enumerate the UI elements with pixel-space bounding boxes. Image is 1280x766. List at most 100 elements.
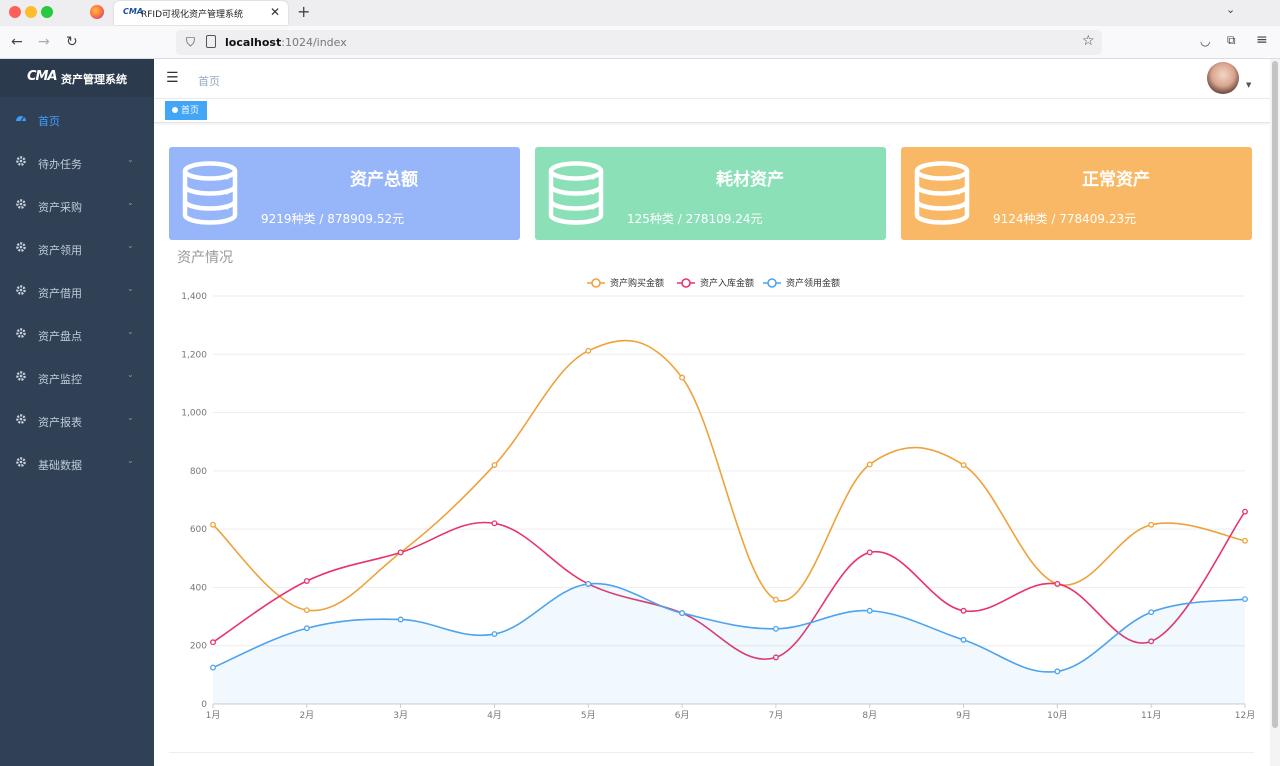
y-tick-label: 1,200: [181, 350, 207, 360]
database-icon: [913, 161, 971, 229]
data-point: [866, 549, 873, 556]
scrollbar-thumb[interactable]: [1272, 61, 1278, 728]
x-tick-label: 7月: [769, 710, 784, 721]
sidebar-item-label: 资产监控: [38, 373, 82, 386]
chevron-down-icon: ⌄: [127, 198, 134, 207]
back-arrow-icon[interactable]: ←: [11, 34, 23, 50]
tag-home[interactable]: 首页: [165, 101, 208, 120]
chevron-down-icon: ⌄: [127, 370, 134, 379]
chevron-down-icon: ⌄: [127, 327, 134, 336]
x-tick-label: 3月: [393, 710, 408, 721]
data-point: [210, 664, 216, 671]
stat-card[interactable]: 正常资产 9124种类 / 778409.23元: [901, 147, 1252, 240]
data-point: [397, 549, 404, 556]
breadcrumb[interactable]: 首页: [198, 73, 220, 89]
gear-icon: [15, 456, 27, 471]
data-point: [585, 580, 592, 587]
data-point: [960, 636, 967, 643]
sidebar: CMA 资产管理系统 首页 待办任务 ⌄ 资产采购 ⌄ 资产领用 ⌄ 资产借用 ⌄ 资产盘点 ⌄ 资产…: [0, 59, 154, 766]
chevron-down-icon: ⌄: [127, 241, 134, 250]
reload-icon[interactable]: ↻: [66, 34, 78, 50]
card-title: 资产总额: [350, 170, 418, 190]
x-tick-label: 12月: [1235, 710, 1255, 721]
shield-icon[interactable]: ⛉: [186, 35, 195, 50]
x-tick-label: 5月: [581, 710, 596, 721]
tab-title: RFID可视化资产管理系统: [141, 10, 244, 20]
forward-arrow-icon[interactable]: →: [38, 34, 50, 50]
page-scrollbar[interactable]: [1270, 59, 1280, 766]
browser-tab-bar: CMA RFID可视化资产管理系统 ✕ + ⌄: [0, 0, 1280, 26]
browser-tab-active[interactable]: CMA RFID可视化资产管理系统 ✕: [114, 1, 288, 25]
sidebar-item[interactable]: 资产借用 ⌄: [0, 270, 154, 313]
gear-icon: [15, 241, 27, 256]
card-title: 耗材资产: [716, 170, 784, 190]
close-window-button[interactable]: [9, 6, 21, 18]
sidebar-item[interactable]: 首页: [0, 98, 154, 141]
brand[interactable]: CMA 资产管理系统: [0, 59, 154, 97]
data-point: [303, 578, 310, 584]
database-icon: [181, 161, 239, 229]
legend-label: 资产购买金额: [610, 277, 664, 289]
sidebar-item[interactable]: 基础数据 ⌄: [0, 442, 154, 485]
sidebar-item-label: 待办任务: [38, 158, 82, 171]
sidebar-item-label: 资产盘点: [38, 330, 82, 343]
chevron-down-icon: ⌄: [127, 284, 134, 293]
tag-dot-icon: [172, 107, 178, 113]
data-point: [1148, 609, 1155, 616]
browser-menu-icon[interactable]: ≡: [1256, 32, 1268, 48]
pocket-icon[interactable]: ◡: [1200, 34, 1210, 48]
stat-card[interactable]: 资产总额 9219种类 / 878909.52元: [169, 147, 520, 240]
y-tick-label: 800: [190, 467, 207, 477]
stat-card[interactable]: 耗材资产 125种类 / 278109.24元: [535, 147, 886, 240]
x-tick-label: 2月: [299, 710, 314, 721]
y-tick-label: 600: [190, 525, 207, 535]
database-icon: [547, 161, 605, 229]
bookmark-star-icon[interactable]: ☆: [1082, 33, 1095, 49]
y-tick-label: 200: [190, 642, 207, 652]
firefox-icon[interactable]: [90, 5, 104, 19]
x-tick-label: 8月: [862, 710, 877, 721]
data-point: [960, 607, 967, 614]
url-bar[interactable]: ⛉ localhost:1024/index ☆: [176, 30, 1102, 55]
sidebar-item[interactable]: 资产监控 ⌄: [0, 356, 154, 399]
extensions-icon[interactable]: ⧉: [1227, 33, 1236, 48]
gear-icon: [15, 370, 27, 385]
sidebar-item[interactable]: 待办任务 ⌄: [0, 141, 154, 184]
sidebar-item-label: 基础数据: [38, 459, 82, 472]
gear-icon: [15, 413, 27, 428]
legend-label: 资产入库金额: [700, 277, 754, 289]
card-subtitle: 9124种类 / 778409.23元: [993, 212, 1137, 226]
series-line: [212, 339, 1246, 612]
data-point: [960, 462, 967, 468]
legend-marker: [767, 278, 777, 288]
tab-close-icon[interactable]: ✕: [270, 5, 280, 19]
caret-down-icon[interactable]: ▼: [1246, 81, 1251, 89]
data-point: [1242, 537, 1248, 544]
page-info-icon[interactable]: [206, 35, 216, 48]
chevron-down-icon: ⌄: [127, 456, 134, 465]
x-tick-label: 4月: [487, 710, 502, 721]
browser-nav-bar: ← → ↻ ⛉ localhost:1024/index ☆ ◡ ⧉ ≡: [0, 26, 1280, 59]
minimize-window-button[interactable]: [25, 6, 37, 18]
sidebar-item-label: 资产报表: [38, 416, 82, 429]
main-content: ☰ 首页 ▼ 首页 资产总额 9219种类 / 878909.52元 耗材资产 125…: [154, 59, 1270, 766]
card-subtitle: 125种类 / 278109.24元: [627, 212, 763, 226]
new-tab-button[interactable]: +: [297, 2, 310, 21]
data-point: [491, 520, 498, 527]
legend-label: 资产领用金额: [786, 277, 840, 289]
data-point: [866, 461, 873, 468]
toggle-sidebar-icon[interactable]: ☰: [166, 70, 179, 86]
legend-marker: [681, 278, 691, 288]
list-tabs-chevron-icon[interactable]: ⌄: [1226, 3, 1235, 16]
sidebar-item[interactable]: 资产报表 ⌄: [0, 399, 154, 442]
y-tick-label: 400: [190, 583, 207, 593]
data-point: [679, 610, 686, 617]
sidebar-item[interactable]: 资产采购 ⌄: [0, 184, 154, 227]
sidebar-item[interactable]: 资产领用 ⌄: [0, 227, 154, 270]
tags-view: 首页: [154, 99, 1270, 123]
chevron-down-icon: ⌄: [127, 413, 134, 422]
url-text[interactable]: localhost:1024/index: [225, 36, 347, 49]
zoom-window-button[interactable]: [41, 6, 53, 18]
avatar[interactable]: [1207, 62, 1239, 94]
sidebar-item[interactable]: 资产盘点 ⌄: [0, 313, 154, 356]
